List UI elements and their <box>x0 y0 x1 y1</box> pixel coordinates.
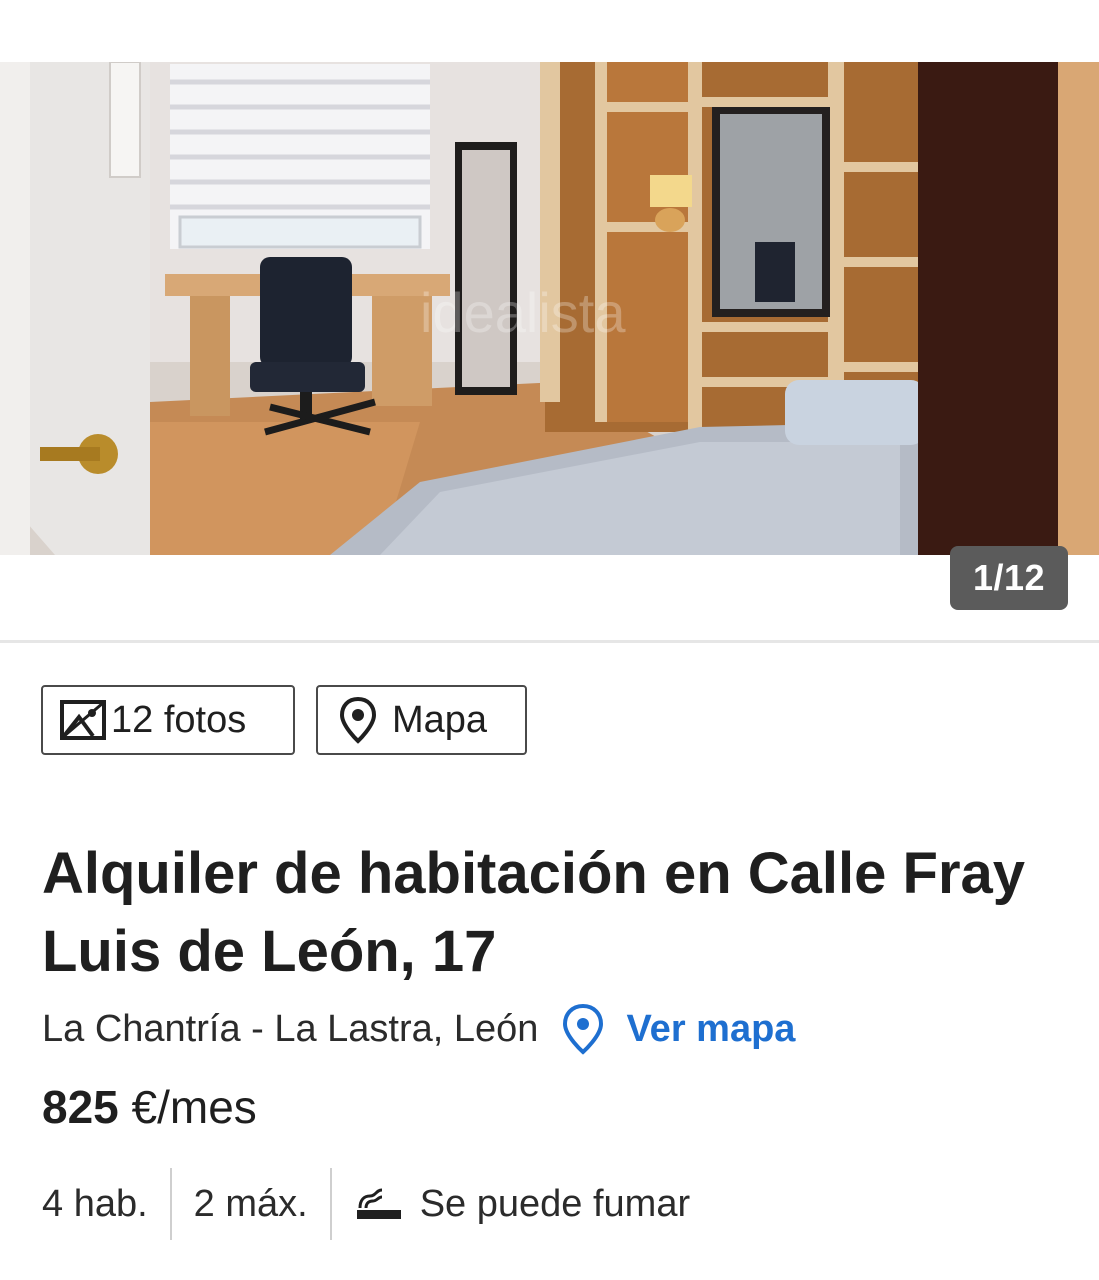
map-pin-icon <box>560 1003 626 1055</box>
neighborhood-text: La Chantría - La Lastra, León <box>42 1007 539 1050</box>
view-map-link[interactable]: Ver mapa <box>560 1003 795 1055</box>
price-unit: €/mes <box>131 1081 257 1133</box>
listing-location: La Chantría - La Lastra, León Ver mapa <box>42 1000 795 1058</box>
listing-price: 825 €/mes <box>42 1080 257 1134</box>
image-icon <box>59 695 111 745</box>
map-pin-icon <box>338 695 392 745</box>
photo-counter-badge: 1/12 <box>950 546 1068 610</box>
listing-photo[interactable]: idealista <box>0 62 1099 555</box>
map-button[interactable]: Mapa <box>316 685 527 755</box>
max-people-feature: 2 máx. <box>193 1182 308 1225</box>
listing-title: Alquiler de habitación en Calle Fray Lui… <box>42 841 1026 984</box>
smoking-icon <box>354 1186 420 1222</box>
feature-separator <box>169 1168 172 1240</box>
smoking-feature: Se puede fumar <box>354 1168 690 1240</box>
listing-features: 4 hab. 2 máx. Se puede fumar <box>42 1168 690 1240</box>
watermark: idealista <box>420 281 626 344</box>
rooms-feature: 4 hab. <box>42 1182 148 1225</box>
view-map-label: Ver mapa <box>626 1007 796 1050</box>
map-button-label: Mapa <box>392 698 488 741</box>
photos-button[interactable]: 12 fotos <box>41 685 295 755</box>
room-photo-illustration: idealista <box>0 62 1099 555</box>
section-divider <box>0 640 1099 643</box>
photos-button-label: 12 fotos <box>111 698 247 741</box>
smoking-label: Se puede fumar <box>419 1182 691 1225</box>
price-amount: 825 <box>42 1081 119 1133</box>
feature-separator <box>329 1168 332 1240</box>
